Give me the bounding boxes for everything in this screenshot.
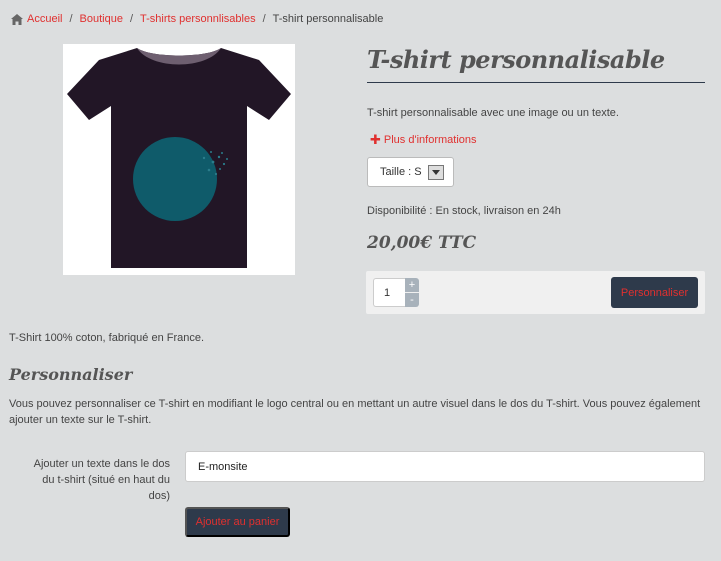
more-info-label: Plus d'informations — [383, 133, 477, 146]
product-short-description: T-shirt personnalisable avec une image o… — [367, 107, 619, 119]
product-title: T-shirt personnalisable — [367, 45, 705, 83]
size-select[interactable]: Taille : S — [367, 157, 454, 187]
breadcrumb-shop-link[interactable]: Boutique — [80, 13, 123, 25]
quantity-input[interactable]: 1 — [373, 278, 405, 307]
plus-icon: ✚ — [370, 132, 381, 147]
home-icon[interactable] — [11, 13, 23, 25]
more-info-link[interactable]: ✚ Plus d'informations — [370, 133, 477, 146]
back-text-label: Ajouter un texte dans le dos du t-shirt … — [33, 458, 170, 502]
add-to-cart-button[interactable]: Ajouter au panier — [185, 507, 290, 537]
quantity-increment-button[interactable]: + — [405, 278, 419, 292]
breadcrumb-separator: / — [262, 13, 266, 25]
size-select-value: Taille : S — [380, 166, 422, 178]
breadcrumb-home-link[interactable]: Accueil — [27, 13, 62, 25]
breadcrumb: Accueil / Boutique / T-shirts personnlis… — [11, 13, 383, 25]
personalize-description: Vous pouvez personnaliser ce T-shirt en … — [9, 398, 701, 426]
breadcrumb-separator: / — [129, 13, 134, 25]
quantity-decrement-button[interactable]: - — [405, 293, 419, 307]
breadcrumb-current: T-shirt personnalisable — [272, 13, 384, 25]
personalize-section-title: Personnaliser — [9, 365, 133, 384]
back-text-input[interactable]: E-monsite — [185, 451, 705, 482]
product-price: 20,00€ TTC — [367, 233, 477, 253]
cart-box: 1 + - Personnaliser — [366, 271, 705, 314]
product-material: T-Shirt 100% coton, fabriqué en France. — [9, 332, 205, 344]
product-image[interactable] — [63, 44, 295, 275]
availability-text: Disponibilité : En stock, livraison en 2… — [367, 205, 561, 217]
chevron-down-icon — [427, 164, 444, 180]
breadcrumb-category-link[interactable]: T-shirts personnlisables — [140, 13, 256, 25]
personalize-button[interactable]: Personnaliser — [611, 277, 698, 308]
tshirt-image — [67, 48, 291, 268]
breadcrumb-separator: / — [69, 13, 73, 25]
